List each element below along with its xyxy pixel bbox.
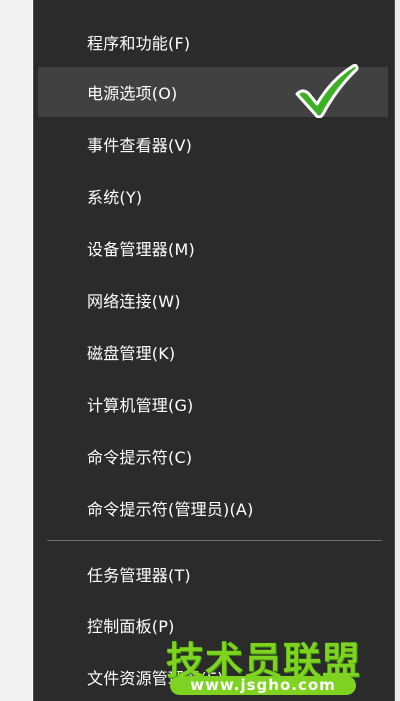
menu-item-label: 控制面板(P) <box>87 617 175 636</box>
desktop-background-right <box>395 0 400 701</box>
checkmark-icon <box>295 64 359 118</box>
menu-item-label: 计算机管理(G) <box>87 396 194 415</box>
menu-item-disk-management[interactable]: 磁盘管理(K) <box>38 327 388 377</box>
screenshot-stage: 程序和功能(F) 电源选项(O) 事件查看器(V) 系统(Y) 设备管理器(M)… <box>0 0 400 701</box>
menu-item-label: 命令提示符(管理员)(A) <box>87 500 254 519</box>
menu-item-command-prompt[interactable]: 命令提示符(C) <box>38 431 388 481</box>
menu-item-command-prompt-admin[interactable]: 命令提示符(管理员)(A) <box>38 483 388 533</box>
menu-item-event-viewer[interactable]: 事件查看器(V) <box>38 119 388 169</box>
menu-item-device-manager[interactable]: 设备管理器(M) <box>38 223 388 273</box>
desktop-background-left <box>0 0 32 701</box>
watermark-url: www.jsgho.com <box>170 676 356 695</box>
menu-item-label: 网络连接(W) <box>87 292 181 311</box>
menu-item-label: 任务管理器(T) <box>87 566 191 585</box>
menu-separator <box>47 540 382 541</box>
menu-item-computer-management[interactable]: 计算机管理(G) <box>38 379 388 429</box>
menu-item-label: 磁盘管理(K) <box>87 344 176 363</box>
menu-item-label: 事件查看器(V) <box>87 136 193 155</box>
menu-item-system[interactable]: 系统(Y) <box>38 171 388 221</box>
menu-item-network-connections[interactable]: 网络连接(W) <box>38 275 388 325</box>
menu-item-programs-and-features[interactable]: 程序和功能(F) <box>38 17 388 67</box>
site-watermark: 技术员联盟 www.jsgho.com <box>164 630 400 701</box>
menu-item-label: 设备管理器(M) <box>87 240 195 259</box>
menu-item-task-manager[interactable]: 任务管理器(T) <box>38 549 388 599</box>
menu-item-label: 系统(Y) <box>87 188 143 207</box>
menu-item-label: 命令提示符(C) <box>87 448 193 467</box>
menu-item-label: 电源选项(O) <box>87 84 178 103</box>
quick-link-context-menu: 程序和功能(F) 电源选项(O) 事件查看器(V) 系统(Y) 设备管理器(M)… <box>33 0 395 701</box>
menu-item-label: 程序和功能(F) <box>87 34 191 53</box>
